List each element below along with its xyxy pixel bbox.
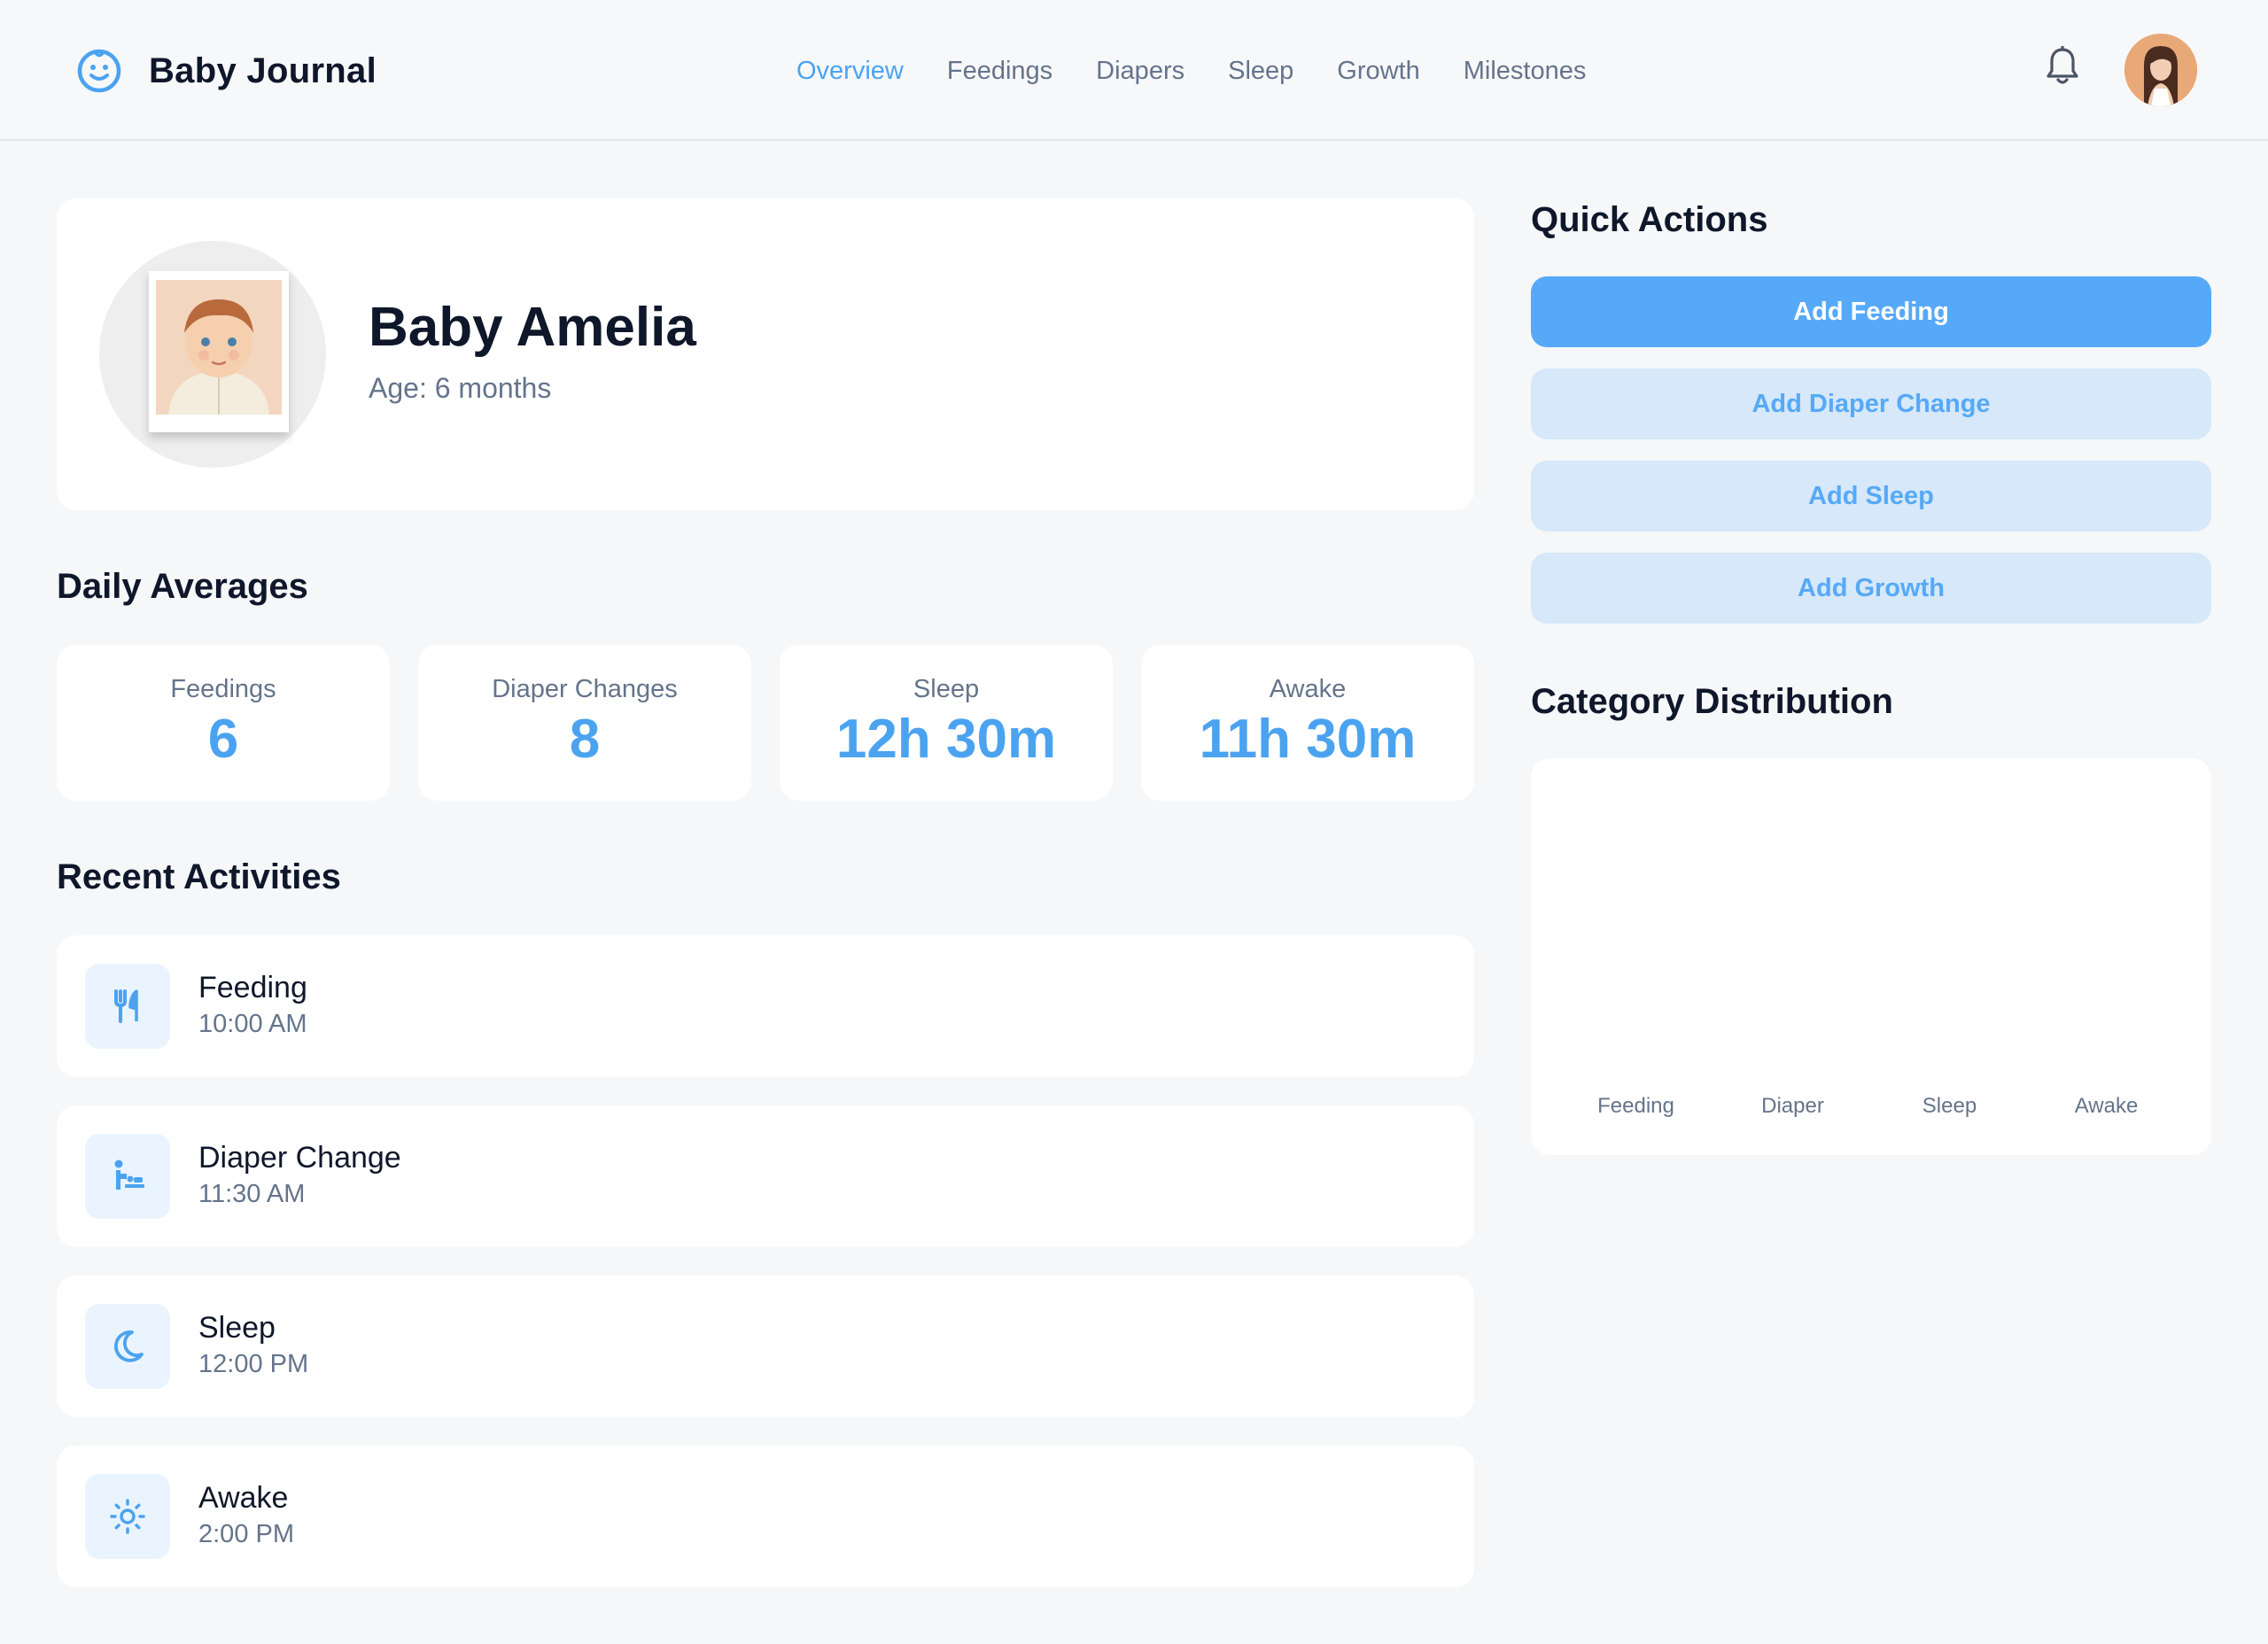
nav-item-feedings[interactable]: Feedings [947, 51, 1052, 90]
activity-item-feeding[interactable]: Feeding 10:00 AM [57, 935, 1474, 1077]
top-header: Baby Journal Overview Feedings Diapers S… [0, 0, 2268, 141]
chart-tick-label: Awake [2075, 1094, 2139, 1118]
chart-tick-label: Sleep [1922, 1094, 1977, 1118]
add-sleep-button[interactable]: Add Sleep [1531, 461, 2211, 531]
baby-changing-icon [85, 1134, 170, 1219]
brand[interactable]: Baby Journal [76, 48, 377, 94]
stat-value: 6 [207, 709, 239, 770]
category-distribution-chart: Feeding Diaper Sleep Awake [1531, 758, 2211, 1155]
category-distribution-svg: Feeding Diaper Sleep Awake [1597, 1094, 2139, 1118]
stat-label: Sleep [913, 675, 980, 703]
activity-time: 10:00 AM [198, 1010, 307, 1038]
app-title: Baby Journal [149, 50, 377, 90]
nav-item-milestones[interactable]: Milestones [1464, 51, 1587, 90]
chart-tick-label: Diaper [1761, 1094, 1824, 1118]
activity-item-awake[interactable]: Awake 2:00 PM [57, 1446, 1474, 1587]
user-avatar[interactable] [2124, 34, 2197, 106]
nav-item-diapers[interactable]: Diapers [1096, 51, 1184, 90]
stat-value: 8 [569, 709, 601, 770]
baby-age: Age: 6 months [369, 372, 552, 404]
baby-photo-frame[interactable] [99, 241, 326, 468]
sun-icon [85, 1474, 170, 1559]
daily-averages-title: Daily Averages [57, 567, 308, 606]
chart-tick-label: Feeding [1597, 1094, 1674, 1118]
baby-face-icon [77, 49, 121, 93]
quick-actions-title: Quick Actions [1531, 200, 1768, 239]
stat-value: 12h 30m [835, 709, 1057, 770]
stat-label: Diaper Changes [492, 675, 678, 703]
main-nav: Overview Feedings Diapers Sleep Growth M… [796, 51, 1629, 90]
add-feeding-button[interactable]: Add Feeding [1531, 276, 2211, 347]
activity-item-sleep[interactable]: Sleep 12:00 PM [57, 1276, 1474, 1417]
add-diaper-change-button[interactable]: Add Diaper Change [1531, 368, 2211, 439]
activity-title: Feeding [198, 971, 307, 1004]
activity-title: Diaper Change [198, 1141, 401, 1175]
activity-time: 11:30 AM [198, 1180, 306, 1208]
category-distribution-title: Category Distribution [1531, 682, 1893, 721]
baby-photo [149, 271, 289, 432]
nav-item-sleep[interactable]: Sleep [1228, 51, 1293, 90]
bell-icon[interactable] [2045, 46, 2080, 87]
recent-activities-title: Recent Activities [57, 857, 341, 896]
add-growth-button[interactable]: Add Growth [1531, 553, 2211, 624]
nav-item-growth[interactable]: Growth [1337, 51, 1419, 90]
activity-title: Awake [198, 1481, 289, 1515]
stat-card-awake: Awake 11h 30m [1141, 645, 1474, 801]
baby-name: Baby Amelia [369, 297, 696, 358]
utensils-icon [85, 964, 170, 1049]
activity-time: 12:00 PM [198, 1350, 309, 1378]
stat-label: Feedings [170, 675, 276, 703]
stat-value: 11h 30m [1199, 709, 1417, 770]
stat-card-sleep: Sleep 12h 30m [780, 645, 1113, 801]
activity-time: 2:00 PM [198, 1520, 294, 1548]
stat-card-feedings: Feedings 6 [57, 645, 390, 801]
nav-item-overview[interactable]: Overview [796, 51, 904, 90]
moon-icon [85, 1304, 170, 1389]
baby-profile-card: Baby Amelia Age: 6 months [57, 198, 1474, 510]
activity-item-diaper-change[interactable]: Diaper Change 11:30 AM [57, 1105, 1474, 1247]
activity-title: Sleep [198, 1311, 276, 1345]
stat-card-diaper-changes: Diaper Changes 8 [418, 645, 751, 801]
stat-label: Awake [1269, 675, 1347, 703]
